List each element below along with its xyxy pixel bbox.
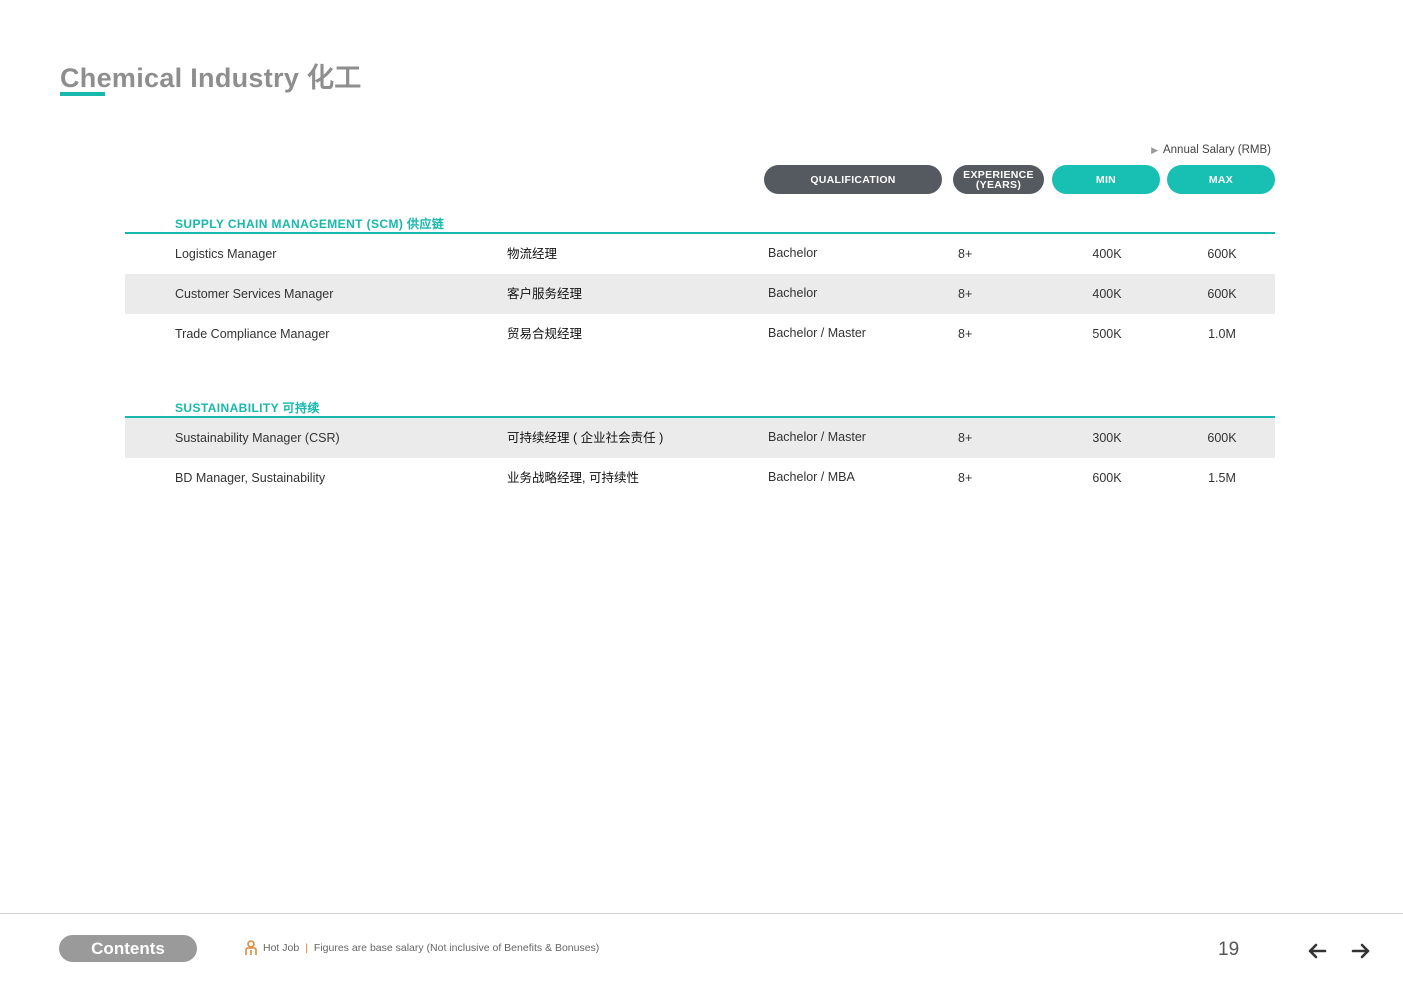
footnote-separator: | [305, 942, 308, 954]
experience: 8+ [958, 327, 973, 341]
header-min-label: MIN [1095, 173, 1117, 186]
header-qualification-label: QUALIFICATION [810, 173, 896, 186]
prev-page-button[interactable] [1306, 940, 1328, 962]
job-title-en: Customer Services Manager [175, 287, 334, 301]
page-title: Chemical Industry 化工 [60, 63, 362, 93]
job-title-en: Logistics Manager [175, 247, 277, 261]
job-title-en: Trade Compliance Manager [175, 327, 330, 341]
salary-min: 600K [1092, 471, 1122, 485]
contents-button-label: Contents [91, 938, 165, 958]
arrow-right-icon [1351, 943, 1370, 959]
page-number: 19 [1218, 939, 1240, 960]
header-max: MAX [1167, 165, 1275, 194]
table-row: BD Manager, Sustainability 业务战略经理, 可持续性 … [125, 458, 1275, 498]
job-title-en: Sustainability Manager (CSR) [175, 431, 340, 445]
qualification: Bachelor / Master [768, 430, 866, 444]
salary-min: 500K [1092, 327, 1122, 341]
table-row: Sustainability Manager (CSR) 可持续经理 ( 企业社… [125, 418, 1275, 458]
header-qualification: QUALIFICATION [764, 165, 942, 194]
salary-max: 600K [1207, 247, 1237, 261]
qualification: Bachelor [768, 246, 818, 260]
header-experience-line2: (YEARS) [975, 178, 1022, 191]
job-title-cn: 可持续经理 ( 企业社会责任 ) [507, 431, 664, 445]
table-row: Customer Services Manager 客户服务经理 Bachelo… [125, 274, 1275, 314]
qualification: Bachelor / Master [768, 326, 866, 340]
section-title-scm: SUPPLY CHAIN MANAGEMENT (SCM) 供应链 [175, 217, 445, 231]
footnote-text: Figures are base salary (Not inclusive o… [313, 942, 600, 954]
header-min: MIN [1052, 165, 1160, 194]
experience: 8+ [958, 287, 973, 301]
qualification: Bachelor / MBA [768, 470, 855, 484]
header-max-label: MAX [1208, 173, 1234, 186]
arrow-left-icon [1308, 943, 1327, 959]
experience: 8+ [958, 471, 973, 485]
salary-max: 1.0M [1208, 327, 1236, 341]
next-page-button[interactable] [1350, 940, 1372, 962]
salary-min: 400K [1092, 247, 1122, 261]
hot-job-label: Hot Job [263, 942, 300, 954]
salary-max: 600K [1207, 287, 1237, 301]
job-title-cn: 业务战略经理, 可持续性 [507, 471, 639, 485]
section-title-sustainability: SUSTAINABILITY 可持续 [175, 401, 320, 415]
salary-note: ▶ Annual Salary (RMB) [1151, 144, 1271, 156]
title-underline [60, 92, 105, 96]
qualification: Bachelor [768, 286, 818, 300]
job-title-en: BD Manager, Sustainability [175, 471, 326, 485]
person-icon [245, 940, 257, 955]
table-row: Logistics Manager 物流经理 Bachelor 8+ 400K … [125, 234, 1275, 274]
experience: 8+ [958, 247, 973, 261]
job-title-cn: 贸易合规经理 [507, 327, 583, 341]
contents-button[interactable]: Contents [59, 935, 197, 962]
header-experience: EXPERIENCE (YEARS) [953, 165, 1044, 194]
table-row: Trade Compliance Manager 贸易合规经理 Bachelor… [125, 314, 1275, 354]
salary-min: 400K [1092, 287, 1122, 301]
salary-max: 600K [1207, 431, 1237, 445]
salary-note-text: Annual Salary (RMB) [1162, 144, 1271, 156]
header-experience-line1: EXPERIENCE [963, 168, 1034, 181]
job-title-cn: 客户服务经理 [507, 287, 583, 301]
salary-max: 1.5M [1208, 471, 1236, 485]
footnote: Hot Job | Figures are base salary (Not i… [244, 940, 599, 956]
footer-divider [0, 913, 1403, 914]
experience: 8+ [958, 431, 973, 445]
triangle-right-icon: ▶ [1151, 145, 1158, 155]
salary-min: 300K [1092, 431, 1122, 445]
job-title-cn: 物流经理 [507, 247, 558, 261]
